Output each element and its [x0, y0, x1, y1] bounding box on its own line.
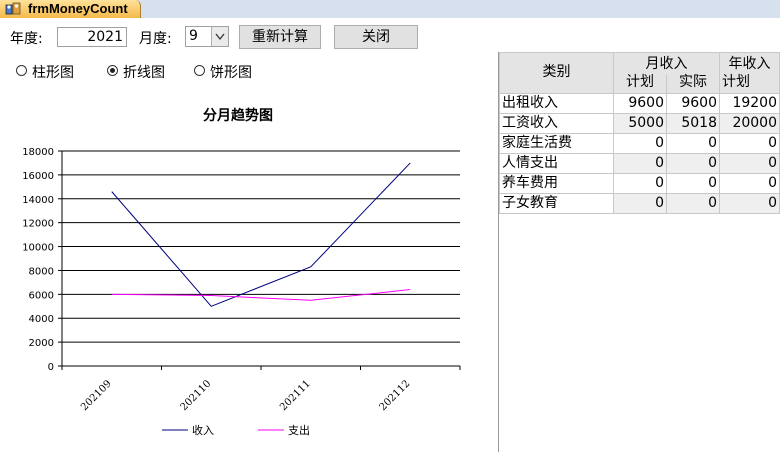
y-tick-label: 2000: [29, 338, 54, 349]
radio-label: 柱形图: [32, 65, 74, 81]
row-category[interactable]: 人情支出: [499, 152, 614, 174]
y-tick-label: 16000: [22, 171, 54, 182]
y-tick-label: 8000: [29, 266, 54, 277]
month-value: 9: [189, 28, 198, 44]
y-tick-label: 0: [48, 362, 54, 373]
row-year-plan[interactable]: 0: [719, 132, 780, 154]
form-tab[interactable]: frmMoneyCount: [0, 0, 141, 18]
row-plan[interactable]: 0: [613, 192, 667, 214]
year-input[interactable]: 2021: [57, 27, 127, 47]
radio-label: 折线图: [123, 65, 165, 81]
header-month-income: 月收入: [613, 52, 720, 75]
legend-label: 支出: [288, 423, 310, 437]
row-category[interactable]: 家庭生活费: [499, 132, 614, 154]
x-tick-label: 202110: [179, 378, 214, 413]
header-actual: 实际: [666, 74, 720, 94]
y-tick-label: 18000: [22, 147, 54, 158]
row-plan[interactable]: 5000: [613, 112, 667, 134]
chart-title: 分月趋势图: [203, 107, 273, 124]
radio-circle: [107, 65, 118, 76]
row-actual[interactable]: 0: [666, 152, 720, 174]
radio-circle: [194, 65, 205, 76]
data-grid[interactable]: 类别 月收入 年收入 计划 实际 计划 出租收入 9600 9600 19200 工资收…: [498, 52, 780, 452]
y-tick-label: 4000: [29, 314, 54, 325]
series-line-1: [111, 289, 411, 301]
trend-chart: 分月趋势图 0 2000 4000 6000 8000 10000 12000 14000 16…: [22, 107, 461, 437]
row-category[interactable]: 养车费用: [499, 172, 614, 194]
table-row[interactable]: 子女教育 0 0 0: [499, 192, 780, 214]
row-actual[interactable]: 5018: [666, 112, 720, 134]
table-row[interactable]: 出租收入 9600 9600 19200: [499, 92, 780, 114]
row-actual[interactable]: 9600: [666, 92, 720, 114]
y-tick-label: 12000: [22, 219, 54, 230]
row-actual[interactable]: 0: [666, 132, 720, 154]
row-year-plan[interactable]: 20000: [719, 112, 780, 134]
close-button[interactable]: 关闭: [334, 25, 418, 49]
radio-circle: [16, 65, 27, 76]
legend-label: 收入: [192, 423, 214, 437]
row-year-plan[interactable]: 0: [719, 172, 780, 194]
row-category[interactable]: 出租收入: [499, 92, 614, 114]
row-actual[interactable]: 0: [666, 172, 720, 194]
y-tick-label: 6000: [29, 290, 54, 301]
header-category: 类别: [499, 52, 614, 94]
table-row[interactable]: 工资收入 5000 5018 20000: [499, 112, 780, 134]
data-table: 类别 月收入 年收入 计划 实际 计划 出租收入 9600 9600 19200 工资收…: [499, 52, 780, 214]
row-year-plan[interactable]: 19200: [719, 92, 780, 114]
x-tick-label: 202111: [278, 378, 313, 413]
row-actual[interactable]: 0: [666, 192, 720, 214]
title-bar: frmMoneyCount: [0, 0, 780, 18]
table-row[interactable]: 家庭生活费 0 0 0: [499, 132, 780, 154]
row-plan[interactable]: 0: [613, 152, 667, 174]
header-year-plan: 计划: [719, 74, 780, 94]
month-label: 月度:: [139, 31, 172, 47]
header-plan: 计划: [613, 74, 667, 94]
row-category[interactable]: 工资收入: [499, 112, 614, 134]
row-plan[interactable]: 0: [613, 172, 667, 194]
x-tick-label: 202109: [79, 378, 114, 413]
month-select[interactable]: 9: [185, 26, 229, 47]
y-tick-label: 14000: [22, 195, 54, 206]
x-tick-label: 202112: [378, 378, 413, 413]
row-year-plan[interactable]: 0: [719, 192, 780, 214]
row-plan[interactable]: 0: [613, 132, 667, 154]
header-year-income: 年收入: [719, 52, 780, 75]
table-row[interactable]: 人情支出 0 0 0: [499, 152, 780, 174]
y-tick-label: 10000: [22, 243, 54, 254]
form-title: frmMoneyCount: [28, 1, 128, 16]
row-year-plan[interactable]: 0: [719, 152, 780, 174]
recalculate-button[interactable]: 重新计算: [239, 25, 321, 49]
table-row[interactable]: 养车费用 0 0 0: [499, 172, 780, 194]
series-line-0: [111, 162, 411, 307]
radio-label: 饼形图: [210, 65, 252, 81]
row-plan[interactable]: 9600: [613, 92, 667, 114]
row-category[interactable]: 子女教育: [499, 192, 614, 214]
form-icon: [5, 2, 21, 15]
radio-selected-dot: [110, 68, 115, 73]
chevron-down-icon[interactable]: [211, 27, 228, 46]
year-label: 年度:: [10, 31, 43, 47]
